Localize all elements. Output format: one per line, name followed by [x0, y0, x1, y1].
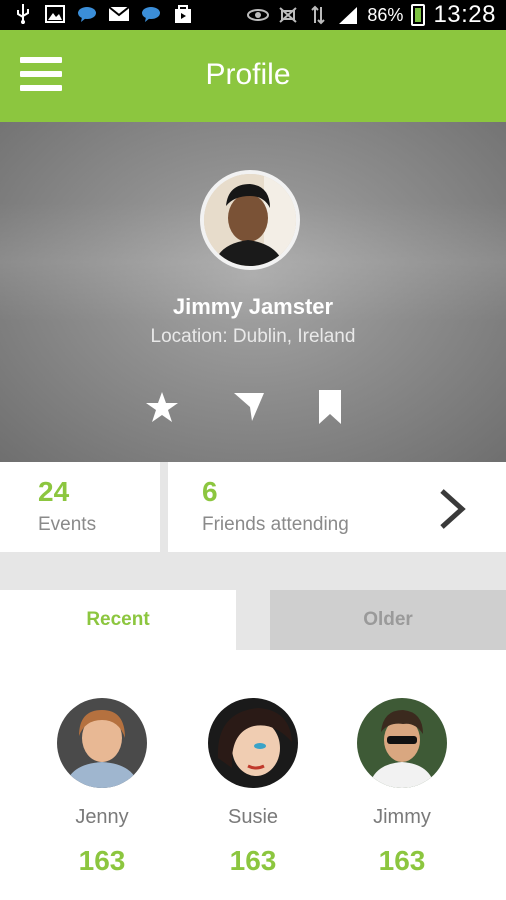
system-icons: 86% 13:28: [247, 0, 496, 30]
friends-count: 6: [202, 476, 218, 507]
person-name: Susie: [227, 806, 279, 828]
battery-icon: [411, 4, 426, 26]
person-count: 163: [229, 845, 277, 876]
avatar: [208, 698, 298, 788]
person-count: 163: [378, 845, 426, 876]
events-label: Events: [38, 514, 97, 535]
data-icon: [307, 5, 329, 25]
gmail-icon: [108, 4, 130, 24]
friends-label: Friends attending: [202, 514, 349, 535]
filter-icon[interactable]: [229, 387, 269, 427]
profile-avatar[interactable]: [200, 170, 300, 270]
clock: 13:28: [433, 1, 496, 28]
app-bar: Profile: [0, 30, 506, 122]
profile-name: Jimmy Jamster: [172, 294, 334, 319]
chat-icon: [76, 4, 98, 24]
profile-actions: [0, 387, 506, 427]
status-bar: 86% 13:28: [0, 0, 506, 30]
eye-icon: [247, 5, 270, 25]
tab-bar: Recent Older: [0, 590, 506, 650]
person-count: 163: [78, 845, 126, 876]
page-title: Profile: [205, 58, 291, 91]
image-icon: [44, 4, 66, 24]
signal-icon: [337, 5, 359, 25]
person-name: Jimmy: [373, 806, 431, 828]
tab-older[interactable]: Older: [270, 590, 506, 650]
stats-divider: [160, 462, 168, 552]
battery-percent: 86%: [367, 4, 404, 25]
list-item[interactable]: Susie 163: [193, 698, 313, 877]
person-name: Jenny: [75, 806, 129, 828]
notification-icons: [12, 4, 194, 24]
chat-icon: [140, 4, 162, 24]
bag-icon: [172, 4, 194, 24]
avatar: [57, 698, 147, 788]
chevron-right-icon[interactable]: [438, 488, 468, 529]
people-list: Jenny 163 Susie 163 Jimmy 163: [0, 650, 506, 900]
profile-header: Jimmy Jamster Location: Dublin, Ireland: [0, 122, 506, 462]
list-item[interactable]: Jimmy 163: [342, 698, 462, 877]
tab-recent[interactable]: Recent: [0, 590, 236, 650]
avatar: [357, 698, 447, 788]
list-item[interactable]: Jenny 163: [42, 698, 162, 877]
profile-location: Location: Dublin, Ireland: [150, 326, 356, 347]
stats-panel: 24 Events 6 Friends attending: [0, 462, 506, 552]
usb-icon: [12, 4, 34, 24]
bookmark-icon[interactable]: [310, 387, 350, 427]
mute-icon: [277, 5, 299, 25]
events-count: 24: [38, 476, 70, 507]
star-icon[interactable]: [142, 387, 182, 427]
